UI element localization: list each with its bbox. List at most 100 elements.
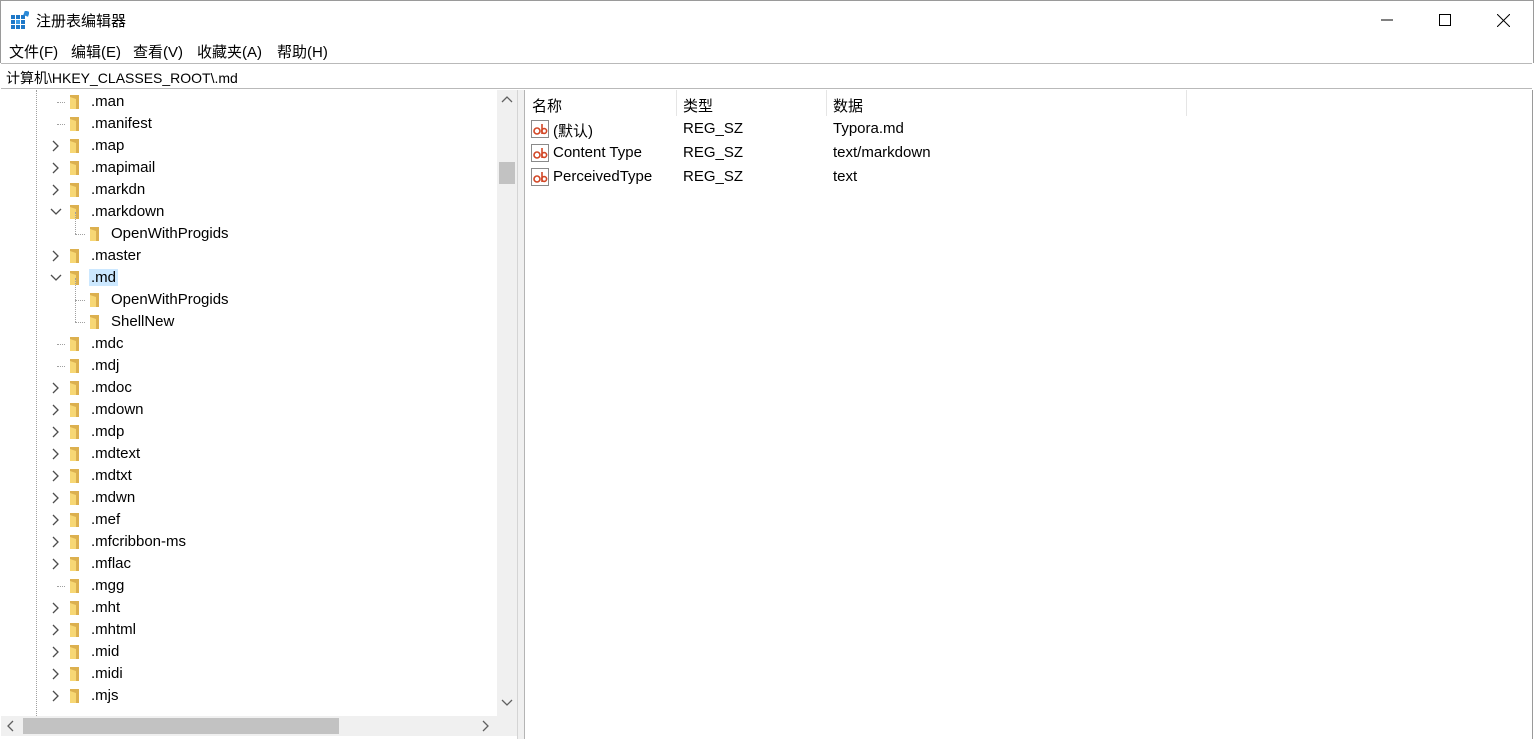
tree-item-label[interactable]: .markdown — [89, 203, 166, 220]
chevron-right-icon[interactable] — [49, 689, 63, 703]
tree-item-label[interactable]: .mgg — [89, 577, 126, 594]
tree-item[interactable]: OpenWithProgids — [1, 212, 497, 245]
tree-item-label[interactable]: .mdp — [89, 423, 126, 440]
tree-item-label[interactable]: .mapimail — [89, 159, 157, 176]
tree-item-label[interactable]: .map — [89, 137, 126, 154]
tree-item-label[interactable]: .mdtext — [89, 445, 142, 462]
tree-item-label[interactable]: .mjs — [89, 687, 121, 704]
column-separator[interactable] — [1186, 90, 1187, 116]
tree-item-label[interactable]: .mdtxt — [89, 467, 134, 484]
tree-item-label[interactable]: .master — [89, 247, 143, 264]
tree-item[interactable]: ShellNew — [1, 300, 497, 333]
chevron-right-icon[interactable] — [49, 557, 63, 571]
menu-edit[interactable]: 编辑(E) — [71, 41, 121, 62]
chevron-right-icon[interactable] — [49, 491, 63, 505]
tree-item-label[interactable]: .man — [89, 93, 126, 110]
address-bar[interactable]: 计算机\HKEY_CLASSES_ROOT\.md — [1, 63, 1532, 89]
tree-item[interactable]: .manifest — [1, 113, 497, 135]
chevron-right-icon[interactable] — [49, 403, 63, 417]
tree-item[interactable]: .mdj — [1, 355, 497, 377]
tree-item-label[interactable]: .mef — [89, 511, 122, 528]
vertical-scroll-thumb[interactable] — [499, 162, 515, 184]
tree-item-label[interactable]: .mid — [89, 643, 121, 660]
value-row[interactable]: Content Type REG_SZ text/markdown — [525, 141, 1525, 165]
chevron-right-icon[interactable] — [49, 447, 63, 461]
tree-item-label[interactable]: ShellNew — [109, 313, 176, 330]
tree-item[interactable]: .mdtxt — [1, 465, 497, 487]
tree-item[interactable]: .mjs — [1, 685, 497, 707]
menu-view[interactable]: 查看(V) — [133, 41, 183, 62]
chevron-right-icon[interactable] — [49, 513, 63, 527]
tree-item[interactable]: .map — [1, 135, 497, 157]
address-path[interactable]: 计算机\HKEY_CLASSES_ROOT\.md — [6, 68, 238, 88]
chevron-right-icon[interactable] — [49, 667, 63, 681]
chevron-down-icon[interactable] — [49, 271, 63, 285]
tree-item-label[interactable]: OpenWithProgids — [109, 225, 231, 242]
tree-item[interactable]: .man — [1, 91, 497, 113]
tree-item-label[interactable]: .markdn — [89, 181, 147, 198]
tree-item-label[interactable]: .mfcribbon-ms — [89, 533, 188, 550]
scroll-down-icon[interactable] — [501, 696, 513, 708]
tree-item[interactable]: .mdc — [1, 333, 497, 355]
tree-vertical-scrollbar[interactable] — [497, 90, 517, 716]
tree-item[interactable]: .mef — [1, 509, 497, 531]
maximize-button[interactable] — [1416, 1, 1474, 39]
key-tree: .man .manifest .map .mapimail .markdn .markdo… — [1, 90, 497, 716]
chevron-right-icon[interactable] — [49, 535, 63, 549]
menu-file[interactable]: 文件(F) — [9, 41, 58, 62]
chevron-right-icon[interactable] — [49, 381, 63, 395]
tree-item[interactable]: .mflac — [1, 553, 497, 575]
chevron-right-icon[interactable] — [49, 183, 63, 197]
tree-item-label[interactable]: OpenWithProgids — [109, 291, 231, 308]
chevron-right-icon[interactable] — [49, 623, 63, 637]
column-header-type[interactable]: 类型 — [676, 90, 826, 116]
value-row[interactable]: (默认) REG_SZ Typora.md — [525, 117, 1525, 141]
tree-item-label[interactable]: .mdc — [89, 335, 126, 352]
folder-icon — [70, 623, 79, 637]
tree-item-label[interactable]: .mhtml — [89, 621, 138, 638]
column-header-name[interactable]: 名称 — [525, 90, 676, 116]
tree-item-label[interactable]: .mdoc — [89, 379, 134, 396]
tree-item-label[interactable]: .manifest — [89, 115, 154, 132]
tree-item-label[interactable]: .md — [89, 269, 119, 286]
value-row[interactable]: PerceivedType REG_SZ text — [525, 165, 1525, 189]
tree-item[interactable]: .mhtml — [1, 619, 497, 641]
horizontal-scroll-thumb[interactable] — [23, 718, 339, 734]
close-button[interactable] — [1474, 1, 1532, 39]
chevron-right-icon[interactable] — [49, 645, 63, 659]
tree-item[interactable]: .master — [1, 245, 497, 267]
tree-item[interactable]: .mfcribbon-ms — [1, 531, 497, 553]
tree-item-label[interactable]: .mdwn — [89, 489, 137, 506]
chevron-right-icon[interactable] — [49, 469, 63, 483]
scroll-up-icon[interactable] — [501, 94, 513, 106]
chevron-right-icon[interactable] — [49, 249, 63, 263]
scroll-left-icon[interactable] — [5, 720, 17, 732]
chevron-right-icon[interactable] — [49, 425, 63, 439]
tree-item[interactable]: .mdown — [1, 399, 497, 421]
tree-item[interactable]: .mht — [1, 597, 497, 619]
tree-item-label[interactable]: .mflac — [89, 555, 133, 572]
tree-item[interactable]: .mdwn — [1, 487, 497, 509]
menu-favorites[interactable]: 收藏夹(A) — [197, 41, 262, 62]
menu-help[interactable]: 帮助(H) — [277, 41, 328, 62]
tree-item-label[interactable]: .mdj — [89, 357, 121, 374]
chevron-right-icon[interactable] — [49, 161, 63, 175]
chevron-right-icon[interactable] — [49, 601, 63, 615]
tree-item[interactable]: .mapimail — [1, 157, 497, 179]
chevron-right-icon[interactable] — [49, 139, 63, 153]
tree-item-label[interactable]: .mdown — [89, 401, 146, 418]
tree-item[interactable]: .mdtext — [1, 443, 497, 465]
tree-item[interactable]: .mdp — [1, 421, 497, 443]
tree-item[interactable]: .midi — [1, 663, 497, 685]
minimize-button[interactable] — [1358, 1, 1416, 39]
tree-item-label[interactable]: .mht — [89, 599, 122, 616]
tree-item-label[interactable]: .midi — [89, 665, 125, 682]
scroll-right-icon[interactable] — [479, 720, 491, 732]
tree-item[interactable]: .mdoc — [1, 377, 497, 399]
chevron-down-icon[interactable] — [49, 205, 63, 219]
tree-item[interactable]: .mid — [1, 641, 497, 663]
tree-horizontal-scrollbar[interactable] — [1, 716, 497, 736]
column-header-data[interactable]: 数据 — [826, 90, 1186, 116]
tree-item[interactable]: .mgg — [1, 575, 497, 597]
tree-item[interactable]: .markdn — [1, 179, 497, 201]
